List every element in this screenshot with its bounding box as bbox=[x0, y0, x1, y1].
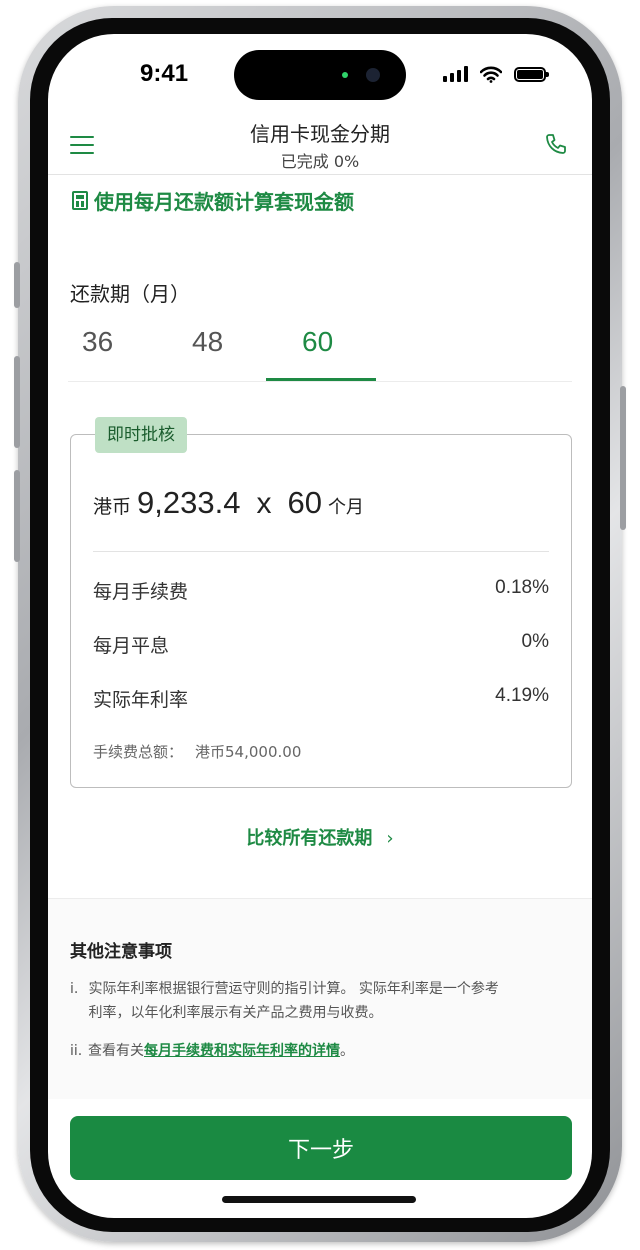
action-button bbox=[14, 262, 20, 308]
volume-down-button bbox=[14, 470, 20, 562]
app-header: 信用卡现金分期 已完成 0% bbox=[48, 116, 592, 174]
indicator-dot bbox=[342, 72, 348, 78]
page-title: 信用卡现金分期 bbox=[250, 122, 390, 146]
battery-icon bbox=[514, 66, 549, 82]
notes-section: 其他注意事项 i. 实际年利率根据银行营运守则的指引计算。 实际年利率是一个参考… bbox=[48, 898, 592, 1099]
notes-title: 其他注意事项 bbox=[70, 942, 172, 962]
note-number: i. bbox=[70, 981, 79, 997]
row-value: 0.18% bbox=[495, 577, 549, 598]
currency-label: 港币 bbox=[93, 496, 132, 518]
power-button bbox=[620, 386, 626, 530]
note-text-suffix: 。 bbox=[340, 1043, 354, 1059]
row-label: 每月手续费 bbox=[93, 581, 189, 603]
multiplier-sign: x bbox=[256, 487, 272, 520]
tabs-divider bbox=[68, 381, 572, 382]
home-indicator bbox=[222, 1196, 416, 1203]
volume-up-button bbox=[14, 356, 20, 448]
phone-icon[interactable] bbox=[544, 132, 568, 156]
monthly-amount-value: 9,233.4 bbox=[137, 485, 241, 520]
card-divider bbox=[93, 551, 549, 552]
chevron-right-icon: › bbox=[386, 828, 394, 849]
header-divider bbox=[48, 174, 592, 175]
note-text-line1: 实际年利率根据银行营运守则的指引计算。 实际年利率是一个参考 bbox=[88, 981, 499, 997]
wifi-icon bbox=[480, 66, 502, 83]
note-item-1: i. 实际年利率根据银行营运守则的指引计算。 实际年利率是一个参考 利率，以年化… bbox=[70, 977, 570, 1025]
calculator-title: 使用每月还款额计算套现金额 bbox=[72, 186, 354, 215]
apr-row: 实际年利率 4.19% bbox=[93, 685, 549, 712]
tab-60[interactable]: 60 bbox=[302, 326, 412, 376]
next-step-button[interactable]: 下一步 bbox=[70, 1116, 572, 1180]
tab-48[interactable]: 48 bbox=[192, 326, 302, 376]
row-value: 0% bbox=[521, 631, 549, 652]
signal-icon bbox=[443, 66, 468, 82]
period-label: 还款期（月） bbox=[70, 282, 190, 306]
tab-36[interactable]: 36 bbox=[82, 326, 192, 376]
note-text-line2: 利率，以年化利率展示有关产品之费用与收费。 bbox=[88, 1005, 383, 1021]
calculator-title-text: 使用每月还款额计算套现金额 bbox=[94, 190, 354, 214]
status-time: 9:41 bbox=[140, 60, 189, 87]
monthly-fee-row: 每月手续费 0.18% bbox=[93, 577, 549, 604]
status-icons bbox=[443, 64, 549, 84]
total-fee-value: 港币54,000.00 bbox=[195, 743, 302, 761]
instant-approval-badge: 即时批核 bbox=[95, 417, 187, 453]
camera-icon bbox=[366, 68, 380, 82]
period-tabs: 36 48 60 bbox=[48, 316, 592, 382]
monthly-amount: 港币 9,233.4 x 60 个月 bbox=[93, 485, 364, 521]
total-fee-label: 手续费总额： bbox=[93, 743, 184, 761]
row-label: 实际年利率 bbox=[93, 689, 189, 711]
note-number: ii. bbox=[70, 1043, 83, 1059]
compare-link-text: 比较所有还款期 bbox=[246, 828, 373, 849]
calculator-icon bbox=[72, 191, 88, 210]
fee-details-link[interactable]: 每月手续费和实际年利率的详情 bbox=[144, 1043, 340, 1059]
note-text-prefix: 查看有关 bbox=[88, 1043, 144, 1059]
months-unit: 个月 bbox=[327, 497, 364, 518]
months-value: 60 bbox=[287, 485, 322, 520]
dynamic-island bbox=[234, 50, 406, 100]
note-item-2: ii. 查看有关每月手续费和实际年利率的详情。 bbox=[70, 1039, 570, 1063]
row-value: 4.19% bbox=[495, 685, 549, 706]
total-fee: 手续费总额： 港币54,000.00 bbox=[93, 741, 301, 762]
progress-text: 已完成 0% bbox=[280, 152, 360, 171]
monthly-flat-rate-row: 每月平息 0% bbox=[93, 631, 549, 658]
compare-periods-link[interactable]: 比较所有还款期 › bbox=[48, 824, 592, 850]
phone-screen: 9:41 信用卡现金分期 已完成 0% 使用每月还款额计算套现金额 还款期（月）… bbox=[48, 34, 592, 1218]
active-tab-underline bbox=[266, 378, 376, 381]
row-label: 每月平息 bbox=[93, 635, 170, 657]
installment-card: 即时批核 港币 9,233.4 x 60 个月 每月手续费 0.18% 每月平息… bbox=[70, 417, 572, 788]
